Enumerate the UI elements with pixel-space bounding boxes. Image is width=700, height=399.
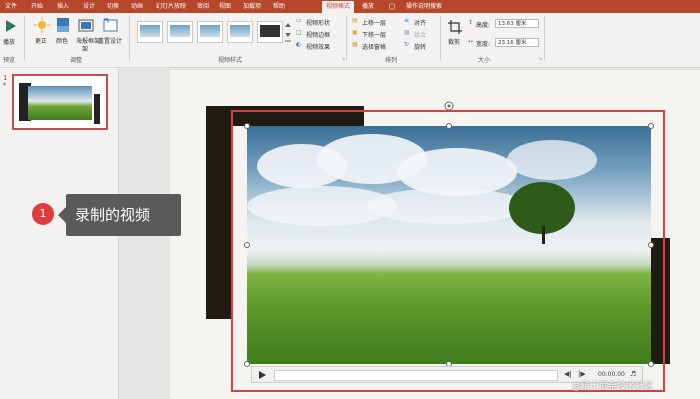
group-icon: ▩ (404, 29, 410, 36)
resize-handle-bottom-left[interactable] (244, 361, 250, 367)
video-border-button[interactable]: 视频边框 (306, 30, 330, 39)
corrections-label[interactable]: 更正 (35, 36, 47, 45)
callout-label: 录制的视频 (66, 194, 181, 236)
video-border-icon: □ (296, 29, 302, 36)
corrections-icon[interactable] (34, 17, 50, 33)
width-input[interactable]: 23.16 厘米 (495, 38, 539, 47)
group-separator (129, 16, 130, 60)
slide-number: 1 (3, 74, 8, 82)
reset-design-label[interactable]: 重置设计 (98, 36, 122, 45)
bring-forward-button[interactable]: 上移一层 (362, 18, 386, 27)
poster-frame-label-line2: 架 (82, 46, 89, 53)
group-separator (346, 16, 347, 60)
video-progress-bar[interactable] (274, 370, 558, 381)
align-icon: ≡ (404, 17, 410, 24)
group-separator (440, 16, 441, 60)
tab-design[interactable]: 设计 (80, 0, 98, 13)
tab-view[interactable]: 视图 (216, 0, 234, 13)
height-label: 高度: (476, 22, 491, 29)
selection-pane-button[interactable]: 选择窗格 (362, 42, 386, 51)
video-effects-button[interactable]: 视频效果 (306, 42, 330, 51)
rotate-handle-icon[interactable] (443, 100, 455, 112)
resize-handle-bottom-right[interactable] (648, 361, 654, 367)
tab-home[interactable]: 开始 (28, 0, 46, 13)
video-style-thumb-1[interactable] (137, 21, 163, 43)
styles-scroll-icon[interactable] (284, 21, 292, 45)
width-label: 宽度: (476, 41, 491, 48)
video-style-thumb-3[interactable] (197, 21, 223, 43)
tab-animations[interactable]: 动画 (128, 0, 146, 13)
group-button[interactable]: 组合 (414, 30, 426, 39)
reset-design-icon[interactable] (102, 17, 118, 33)
tab-playback[interactable]: 播放 (358, 0, 378, 13)
selection-highlight-box (231, 110, 665, 392)
resize-handle-top-left[interactable] (244, 123, 250, 129)
arrange-group-label: 排列 (385, 57, 398, 64)
ribbon-tab-bar: 文件 开始 插入 设计 切换 动画 幻灯片放映 审阅 视图 加载项 帮助 视频格… (0, 0, 700, 13)
decorative-frame-left (206, 106, 232, 319)
video-shape-icon: ▭ (296, 17, 302, 24)
tab-review[interactable]: 审阅 (194, 0, 212, 13)
tab-transitions[interactable]: 切换 (104, 0, 122, 13)
height-input[interactable]: 13.63 厘米 (495, 19, 539, 28)
tab-video-format[interactable]: 视频格式 (322, 1, 354, 13)
color-label[interactable]: 颜色 (56, 36, 68, 45)
tell-me-search[interactable]: 操作说明搜索 (400, 0, 448, 13)
tab-addins[interactable]: 加载项 (240, 0, 264, 13)
width-icon: ↔ (468, 38, 474, 45)
resize-handle-top-right[interactable] (648, 123, 654, 129)
play-icon[interactable] (5, 19, 17, 33)
callout-text: 录制的视频 (75, 206, 151, 224)
tab-help[interactable]: 帮助 (270, 0, 288, 13)
height-icon: ↕ (468, 19, 474, 26)
video-shape-button[interactable]: 视频形状 (306, 18, 330, 27)
rotate-button[interactable]: 旋转 (414, 42, 426, 51)
group-separator (544, 16, 545, 60)
send-backward-icon: ▣ (352, 29, 358, 36)
play-icon[interactable] (258, 370, 267, 380)
ribbon: 播放 预览 更正 颜色 海报框架 架 重置设计 调整 视频样式 ▭ 视频形状 □… (0, 13, 700, 68)
rotate-icon: ↻ (404, 41, 410, 48)
size-dialog-launcher-icon[interactable]: ↘ (538, 56, 542, 62)
send-backward-button[interactable]: 下移一层 (362, 30, 386, 39)
volume-icon[interactable]: ♬ (630, 370, 636, 378)
resize-handle-right[interactable] (648, 242, 654, 248)
preview-group-label: 预览 (3, 57, 16, 64)
tab-slideshow[interactable]: 幻灯片放映 (152, 0, 190, 13)
tab-file[interactable]: 文件 (2, 0, 20, 13)
slide-star-icon: * (3, 82, 6, 89)
step-back-icon[interactable]: ◀| (564, 370, 572, 378)
size-group-label: 大小 (478, 57, 491, 64)
callout-arrow (58, 207, 66, 223)
video-time: 00:00.00 (598, 371, 625, 378)
step-badge: 1 (32, 203, 54, 225)
watermark: @稀土掘金技术社区 (572, 382, 654, 392)
video-style-thumb-4[interactable] (227, 21, 253, 43)
adjust-group-label: 调整 (70, 57, 83, 64)
poster-frame-icon[interactable] (78, 17, 94, 33)
video-style-thumb-2[interactable] (167, 21, 193, 43)
slide-thumbnail[interactable] (12, 74, 108, 130)
video-effects-icon: ◐ (296, 41, 302, 48)
dialog-launcher-icon[interactable]: ↘ (341, 56, 345, 62)
video-style-thumb-5[interactable] (257, 21, 283, 43)
step-forward-icon[interactable]: |▶ (578, 370, 586, 378)
resize-handle-top[interactable] (446, 123, 452, 129)
group-separator (24, 16, 25, 60)
resize-handle-left[interactable] (244, 242, 250, 248)
video-styles-group-label: 视频样式 (218, 57, 243, 64)
tab-insert[interactable]: 插入 (54, 0, 72, 13)
bring-forward-icon: ▤ (352, 17, 358, 24)
play-button-label[interactable]: 播放 (3, 37, 15, 46)
selection-pane-icon: ▦ (352, 41, 358, 48)
color-icon[interactable] (56, 17, 70, 33)
crop-button-label[interactable]: 裁剪 (448, 37, 460, 46)
lightbulb-icon: ◯ (388, 3, 396, 10)
crop-icon[interactable] (447, 19, 463, 35)
align-button[interactable]: 对齐 (414, 18, 426, 27)
